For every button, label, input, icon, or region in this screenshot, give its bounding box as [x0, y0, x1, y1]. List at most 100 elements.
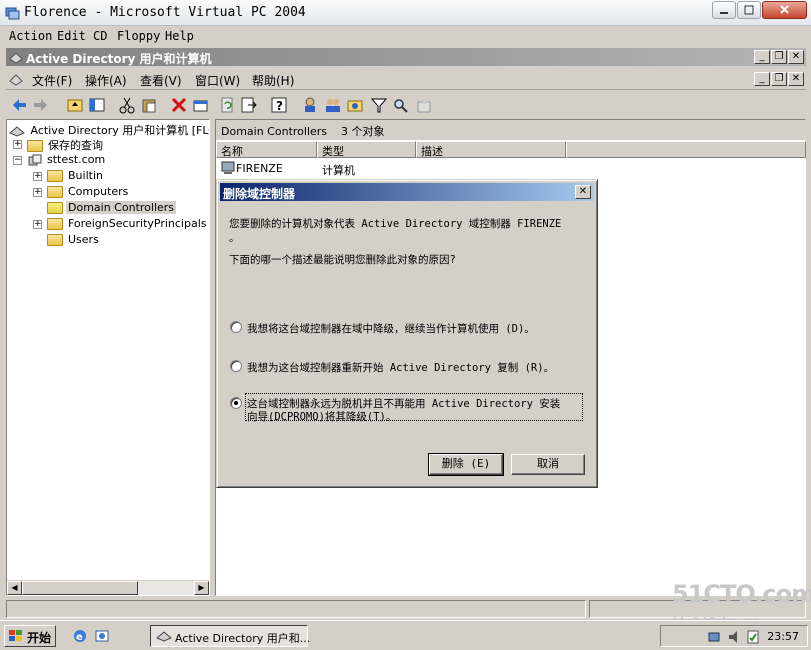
vpc-close-button[interactable]	[762, 1, 807, 19]
scroll-left-arrow-icon[interactable]: ◀	[7, 581, 22, 595]
menu-view[interactable]: 查看(V)	[140, 72, 182, 89]
child-close-button[interactable]: ✕	[788, 72, 804, 86]
mmc-window-title: Active Directory 用户和计算机	[26, 52, 212, 66]
tree-item-builtin[interactable]: Builtin	[47, 169, 105, 182]
tree-label: ForeignSecurityPrincipals	[68, 217, 207, 230]
tree-item-computers[interactable]: Computers	[47, 185, 130, 198]
expand-icon[interactable]: +	[13, 140, 22, 149]
forward-arrow-icon[interactable]	[32, 96, 50, 114]
menu-file[interactable]: 文件(F)	[32, 72, 72, 89]
computer-icon	[221, 161, 235, 174]
scroll-thumb[interactable]	[22, 581, 138, 595]
child-minimize-button[interactable]: _	[754, 72, 770, 86]
cut-icon[interactable]	[118, 96, 136, 114]
internet-explorer-icon[interactable]: e	[72, 628, 88, 644]
new-group-icon[interactable]	[324, 96, 342, 114]
expand-icon[interactable]: +	[33, 220, 42, 229]
column-header-description[interactable]: 描述	[416, 141, 566, 158]
tree-item-domain[interactable]: sttest.com	[27, 153, 107, 167]
vpc-menu-help[interactable]: Help	[165, 29, 194, 43]
delete-icon[interactable]	[170, 96, 188, 114]
option-demote-label[interactable]: 我想将这台域控制器在域中降级，继续当作计算机使用 (D)。	[247, 321, 535, 336]
back-arrow-icon[interactable]	[10, 96, 28, 114]
network-icon[interactable]	[707, 629, 723, 645]
system-tray: 23:57	[660, 625, 808, 647]
mmc-restore-button[interactable]: ❐	[771, 50, 787, 64]
folder-icon	[47, 170, 63, 182]
tree-label: Users	[68, 233, 99, 246]
vpc-menu-cd[interactable]: CD	[93, 29, 107, 43]
start-button[interactable]: 开始	[4, 625, 56, 647]
export-list-icon[interactable]	[240, 96, 258, 114]
column-header-filler	[566, 141, 806, 158]
option-replication-label[interactable]: 我想为这台域控制器重新开始 Active Directory 复制 (R)。	[247, 360, 554, 375]
active-directory-icon	[9, 52, 23, 64]
folder-icon	[27, 140, 43, 152]
svg-text:?: ?	[276, 99, 283, 113]
scroll-right-arrow-icon[interactable]: ▶	[194, 581, 209, 595]
menu-action[interactable]: 操作(A)	[85, 72, 127, 89]
help-icon[interactable]: ?	[270, 96, 288, 114]
mmc-title-bar: Active Directory 用户和计算机 _ ❐ ✕	[6, 48, 806, 66]
tree-label: Computers	[68, 185, 129, 198]
taskbar-button-ad-users[interactable]: Active Directory 用户和...	[150, 625, 311, 647]
tree-item-users[interactable]: Users	[47, 233, 101, 246]
collapse-icon[interactable]: −	[13, 156, 22, 165]
up-folder-icon[interactable]	[66, 96, 84, 114]
vpc-menu-edit[interactable]: Edit	[57, 29, 86, 43]
vpc-menu-floppy[interactable]: Floppy	[117, 29, 160, 43]
properties-icon[interactable]	[192, 96, 210, 114]
active-directory-icon	[9, 126, 25, 137]
new-ou-icon[interactable]	[346, 96, 364, 114]
radio-demote[interactable]	[230, 321, 242, 333]
mmc-menu-bar: 文件(F) 操作(A) 查看(V) 窗口(W) 帮助(H) _ ❐ ✕	[6, 68, 806, 90]
paste-icon[interactable]	[140, 96, 158, 114]
filter-icon[interactable]	[370, 96, 388, 114]
mmc-minimize-button[interactable]: _	[754, 50, 770, 64]
console-icon	[9, 74, 23, 86]
mmc-close-button[interactable]: ✕	[788, 50, 804, 64]
radio-offline-permanently[interactable]	[230, 397, 242, 409]
new-user-icon[interactable]	[302, 96, 320, 114]
tree-root[interactable]: Active Directory 用户和计算机 [FLOR	[9, 122, 209, 138]
vpc-menu-action[interactable]: Action	[9, 29, 52, 43]
column-header-type[interactable]: 类型	[317, 141, 416, 158]
dialog-message: 您要删除的计算机对象代表 Active Directory 域控制器 FIREN…	[229, 218, 562, 230]
dialog-title: 删除域控制器	[223, 187, 296, 201]
menu-window[interactable]: 窗口(W)	[195, 72, 240, 89]
tree-horizontal-scrollbar[interactable]: ◀ ▶	[7, 580, 209, 595]
row-name: FIRENZE	[236, 162, 283, 175]
child-restore-button[interactable]: ❐	[771, 72, 787, 86]
table-row[interactable]: FIRENZE 计算机	[218, 160, 568, 177]
domain-icon	[28, 154, 42, 165]
volume-icon[interactable]	[727, 629, 743, 645]
clock[interactable]: 23:57	[767, 630, 799, 643]
refresh-icon[interactable]	[218, 96, 236, 114]
expand-icon[interactable]: +	[33, 172, 42, 181]
radio-restart-replication[interactable]	[230, 360, 242, 372]
dialog-close-button[interactable]: ✕	[575, 185, 591, 199]
expand-icon[interactable]: +	[33, 188, 42, 197]
find-icon[interactable]	[392, 96, 410, 114]
security-alert-icon[interactable]	[745, 629, 761, 645]
vpc-title-bar: Florence - Microsoft Virtual PC 2004	[0, 0, 811, 26]
tree-label: 保存的查询	[48, 139, 103, 152]
show-hide-tree-icon[interactable]	[88, 96, 106, 114]
taskbar: 开始 e Active Directory 用户和... 23:57	[0, 620, 811, 650]
tree-item-foreign-security-principals[interactable]: ForeignSecurityPrincipals	[47, 217, 209, 230]
start-label: 开始	[27, 631, 52, 645]
vpc-maximize-button[interactable]	[737, 1, 761, 19]
dialog-title-bar: 删除域控制器 ✕	[220, 183, 594, 201]
taskbar-button-label: Active Directory 用户和...	[175, 632, 311, 645]
vpc-minimize-button[interactable]	[712, 1, 736, 19]
cancel-button[interactable]: 取消	[511, 454, 585, 475]
delete-button[interactable]: 删除 (E)	[428, 453, 504, 476]
option-offline-label-2[interactable]: 向导(DCPROMO)将其降级(T)。	[247, 409, 396, 424]
column-header-name[interactable]: 名称	[216, 141, 317, 158]
show-desktop-icon[interactable]	[94, 628, 110, 644]
add-to-group-icon[interactable]	[416, 96, 434, 114]
ou-folder-icon	[47, 202, 63, 214]
tree-item-saved-queries[interactable]: 保存的查询	[27, 137, 105, 153]
menu-help[interactable]: 帮助(H)	[252, 72, 294, 89]
tree-item-domain-controllers[interactable]: Domain Controllers	[47, 201, 177, 214]
